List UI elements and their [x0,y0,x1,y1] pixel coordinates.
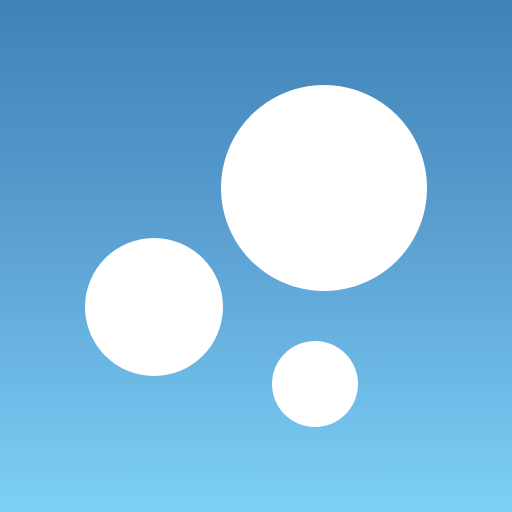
small-bubble-icon [272,341,358,427]
large-bubble-icon [221,85,427,291]
bubble-graphic [85,85,427,427]
app-icon[interactable] [0,0,512,512]
medium-bubble-icon [85,238,223,376]
